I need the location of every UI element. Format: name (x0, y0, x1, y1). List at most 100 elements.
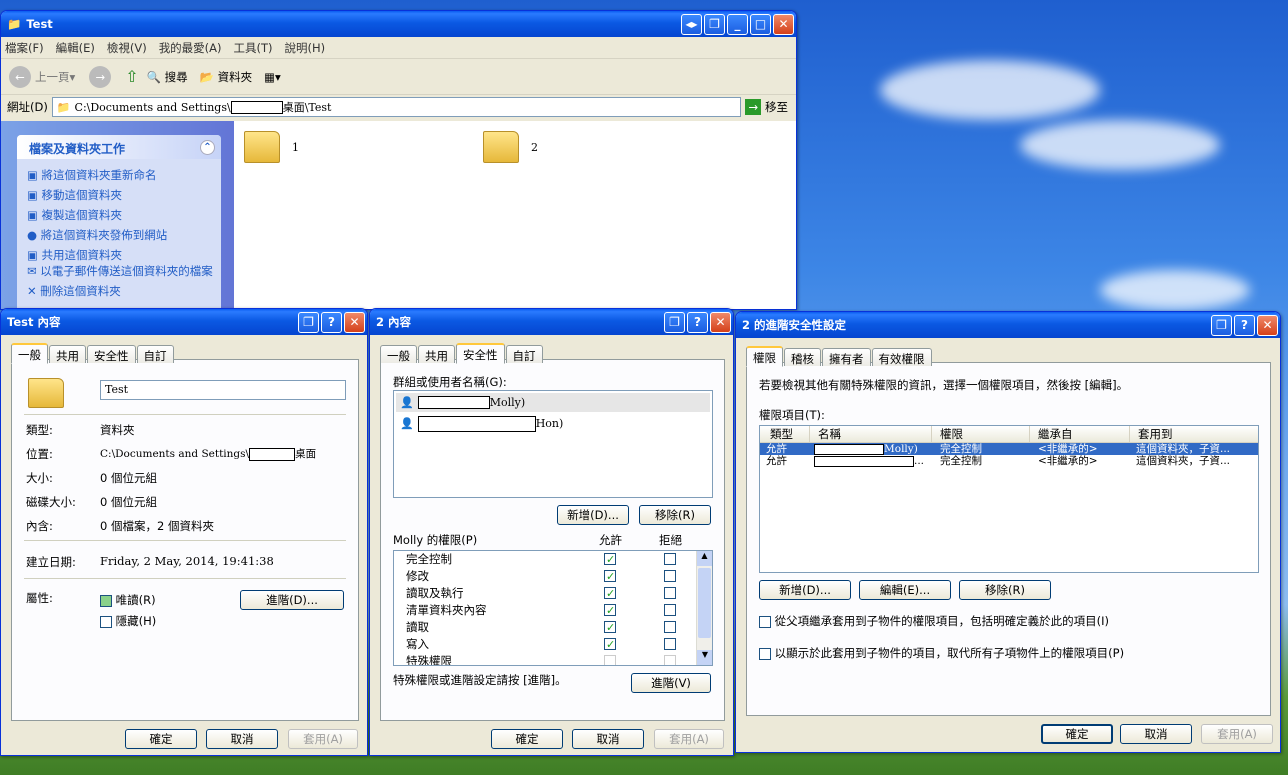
ok-button[interactable]: 確定 (491, 729, 563, 749)
search-button[interactable]: 🔍 搜尋 (147, 69, 188, 85)
deny-checkbox[interactable] (664, 553, 676, 565)
close-button[interactable]: ✕ (1257, 314, 1278, 336)
restore-icon[interactable]: ❐ (298, 311, 319, 333)
add-button[interactable]: 新增(D)... (759, 580, 851, 600)
allow-checkbox[interactable] (604, 568, 616, 585)
back-button[interactable]: ← 上一頁 ▾ (9, 65, 75, 88)
remove-button[interactable]: 移除(R) (639, 505, 711, 525)
deny-checkbox[interactable] (664, 638, 676, 650)
scroll-up-button[interactable]: ▲ (697, 551, 712, 566)
table-row[interactable]: 允許 Molly) 完全控制 <非繼承的> 這個資料夾，子資... (760, 443, 1258, 455)
col-perm[interactable]: 權限 (932, 426, 1030, 442)
cancel-button[interactable]: 取消 (206, 729, 278, 749)
up-folder-icon[interactable]: ⇧ (125, 67, 138, 86)
name-field[interactable]: Test (100, 380, 346, 400)
dialog-titlebar[interactable]: 2 的進階安全性設定 ❐ ? ✕ (736, 312, 1280, 338)
table-row[interactable]: 允許 ... 完全控制 <非繼承的> 這個資料夾，子資... (760, 455, 1258, 467)
apply-button[interactable]: 套用(A) (654, 729, 724, 749)
task-delete[interactable]: ✕ 刪除這個資料夾 (27, 281, 221, 301)
allow-checkbox[interactable] (604, 655, 616, 665)
tab-customize[interactable]: 自訂 (505, 345, 543, 363)
user-row[interactable]: 👤 Molly) (396, 393, 710, 412)
checkbox[interactable] (100, 594, 112, 607)
scroll-thumb[interactable] (698, 568, 711, 638)
tab-security[interactable]: 安全性 (87, 345, 136, 363)
tab-effective[interactable]: 有效權限 (871, 348, 932, 366)
readonly-checkbox[interactable]: 唯讀(R) (100, 592, 156, 608)
dialog-titlebar[interactable]: Test 內容 ❐ ? ✕ (1, 309, 367, 335)
col-type[interactable]: 類型 (760, 426, 810, 442)
close-button[interactable]: ✕ (344, 311, 365, 333)
perm-list[interactable]: 完全控制修改讀取及執行清單資料夾內容讀取寫入特殊權限 ▲ ▼ (393, 550, 713, 666)
allow-checkbox[interactable] (604, 636, 616, 653)
task-share[interactable]: ▣ 共用這個資料夾 (27, 245, 221, 265)
edit-button[interactable]: 編輯(E)... (859, 580, 951, 600)
checkbox[interactable] (759, 615, 771, 628)
explorer-titlebar[interactable]: 📁 Test ◂▸ ❐ _ □ ✕ (1, 11, 796, 37)
help-button[interactable]: ? (321, 311, 342, 333)
deny-checkbox[interactable] (664, 570, 676, 582)
tab-sharing[interactable]: 共用 (49, 345, 86, 363)
task-publish[interactable]: ● 將這個資料夾發佈到網站 (27, 225, 221, 245)
collapse-icon[interactable]: ⌃ (200, 140, 215, 155)
allow-checkbox[interactable] (604, 619, 616, 636)
tab-auditing[interactable]: 稽核 (784, 348, 821, 366)
user-list[interactable]: 👤 Molly) 👤 Hon) (393, 390, 713, 498)
task-rename[interactable]: ▣ 將這個資料夾重新命名 (27, 165, 221, 185)
add-button[interactable]: 新增(D)... (557, 505, 629, 525)
deny-checkbox[interactable] (664, 655, 676, 665)
ok-button[interactable]: 確定 (125, 729, 197, 749)
checkbox[interactable] (759, 647, 771, 660)
entries-list[interactable]: 類型 名稱 權限 繼承自 套用到 允許 Molly) 完全控制 <非繼承的> 這… (759, 425, 1259, 573)
close-button[interactable]: ✕ (773, 13, 794, 35)
apply-button[interactable]: 套用(A) (288, 729, 358, 749)
task-box-header[interactable]: 檔案及資料夾工作 ⌃ (17, 135, 221, 159)
forward-button[interactable]: → (89, 65, 112, 88)
scroll-down-button[interactable]: ▼ (697, 650, 712, 665)
dialog-titlebar[interactable]: 2 內容 ❐ ? ✕ (370, 309, 733, 335)
replace-checkbox[interactable]: 以顯示於此套用到子物件的項目，取代所有子項物件上的權限項目(P) (759, 645, 1124, 661)
help-button[interactable]: ? (687, 311, 708, 333)
address-input[interactable]: 📁 C:\Documents and Settings\ 桌面\Test (51, 97, 742, 117)
advanced-button[interactable]: 進階(D)... (240, 590, 344, 610)
task-copy[interactable]: ▣ 複製這個資料夾 (27, 205, 221, 225)
tab-owner[interactable]: 擁有者 (822, 348, 871, 366)
tab-general[interactable]: 一般 (380, 345, 417, 363)
tab-security[interactable]: 安全性 (456, 343, 505, 364)
menu-view[interactable]: 檢視(V) (107, 40, 147, 56)
tab-customize[interactable]: 自訂 (136, 345, 174, 363)
inherit-checkbox[interactable]: 從父項繼承套用到子物件的權限項目，包括明確定義於此的項目(I) (759, 613, 1109, 629)
restore-icon[interactable]: ❐ (664, 311, 685, 333)
allow-checkbox[interactable] (604, 585, 616, 602)
menu-help[interactable]: 說明(H) (285, 40, 326, 56)
allow-checkbox[interactable] (604, 551, 616, 568)
ok-button[interactable]: 確定 (1041, 724, 1113, 744)
col-name[interactable]: 名稱 (810, 426, 932, 442)
menu-tools[interactable]: 工具(T) (234, 40, 273, 56)
close-button[interactable]: ✕ (710, 311, 731, 333)
pin-button[interactable]: ◂▸ (681, 13, 702, 35)
tab-general[interactable]: 一般 (11, 343, 48, 364)
maximize-button[interactable]: □ (750, 13, 771, 35)
folder-item-1[interactable]: 1 (244, 131, 299, 163)
task-email[interactable]: ✉ 以電子郵件傳送這個資料夾的檔案 (27, 265, 221, 277)
minimize-button[interactable]: _ (727, 13, 748, 35)
folder-item-2[interactable]: 2 (483, 131, 538, 163)
advanced-button[interactable]: 進階(V) (631, 673, 711, 693)
restore-icon[interactable]: ❐ (704, 13, 725, 35)
menu-edit[interactable]: 編輯(E) (56, 40, 95, 56)
checkbox[interactable] (100, 615, 112, 628)
menu-file[interactable]: 檔案(F) (5, 40, 44, 56)
deny-checkbox[interactable] (664, 604, 676, 616)
deny-checkbox[interactable] (664, 621, 676, 633)
col-apply[interactable]: 套用到 (1130, 426, 1258, 442)
apply-button[interactable]: 套用(A) (1201, 724, 1273, 744)
help-button[interactable]: ? (1234, 314, 1255, 336)
go-button[interactable]: → 移至 (745, 99, 788, 115)
task-move[interactable]: ▣ 移動這個資料夾 (27, 185, 221, 205)
restore-icon[interactable]: ❐ (1211, 314, 1232, 336)
allow-checkbox[interactable] (604, 602, 616, 619)
cancel-button[interactable]: 取消 (1120, 724, 1192, 744)
deny-checkbox[interactable] (664, 587, 676, 599)
user-row[interactable]: 👤 Hon) (396, 414, 710, 433)
